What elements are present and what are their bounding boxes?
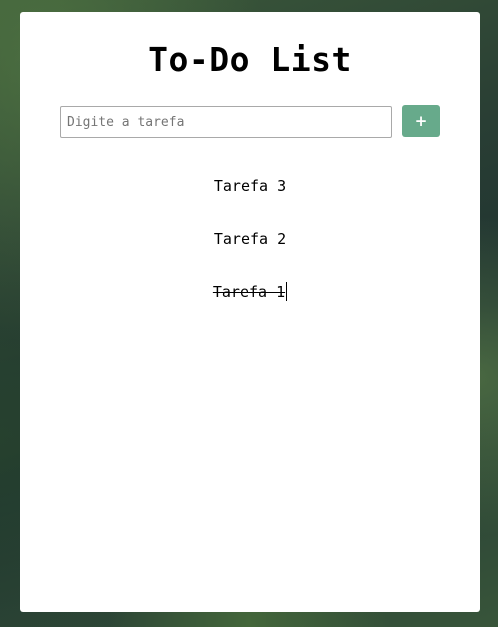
text-cursor bbox=[286, 282, 288, 301]
add-task-button[interactable]: + bbox=[402, 105, 440, 137]
task-label: Tarefa 1 bbox=[212, 283, 286, 301]
task-label: Tarefa 3 bbox=[213, 177, 287, 195]
todo-card: To-Do List + Tarefa 3 Tarefa 2 Tarefa 1 bbox=[20, 12, 480, 612]
task-label: Tarefa 2 bbox=[213, 230, 287, 248]
task-item[interactable]: Tarefa 2 bbox=[20, 225, 480, 278]
task-item-completed[interactable]: Tarefa 1 bbox=[20, 278, 480, 331]
task-item[interactable]: Tarefa 3 bbox=[20, 172, 480, 225]
page-title: To-Do List bbox=[148, 40, 352, 79]
task-input[interactable] bbox=[60, 106, 392, 138]
task-list: Tarefa 3 Tarefa 2 Tarefa 1 bbox=[20, 172, 480, 331]
